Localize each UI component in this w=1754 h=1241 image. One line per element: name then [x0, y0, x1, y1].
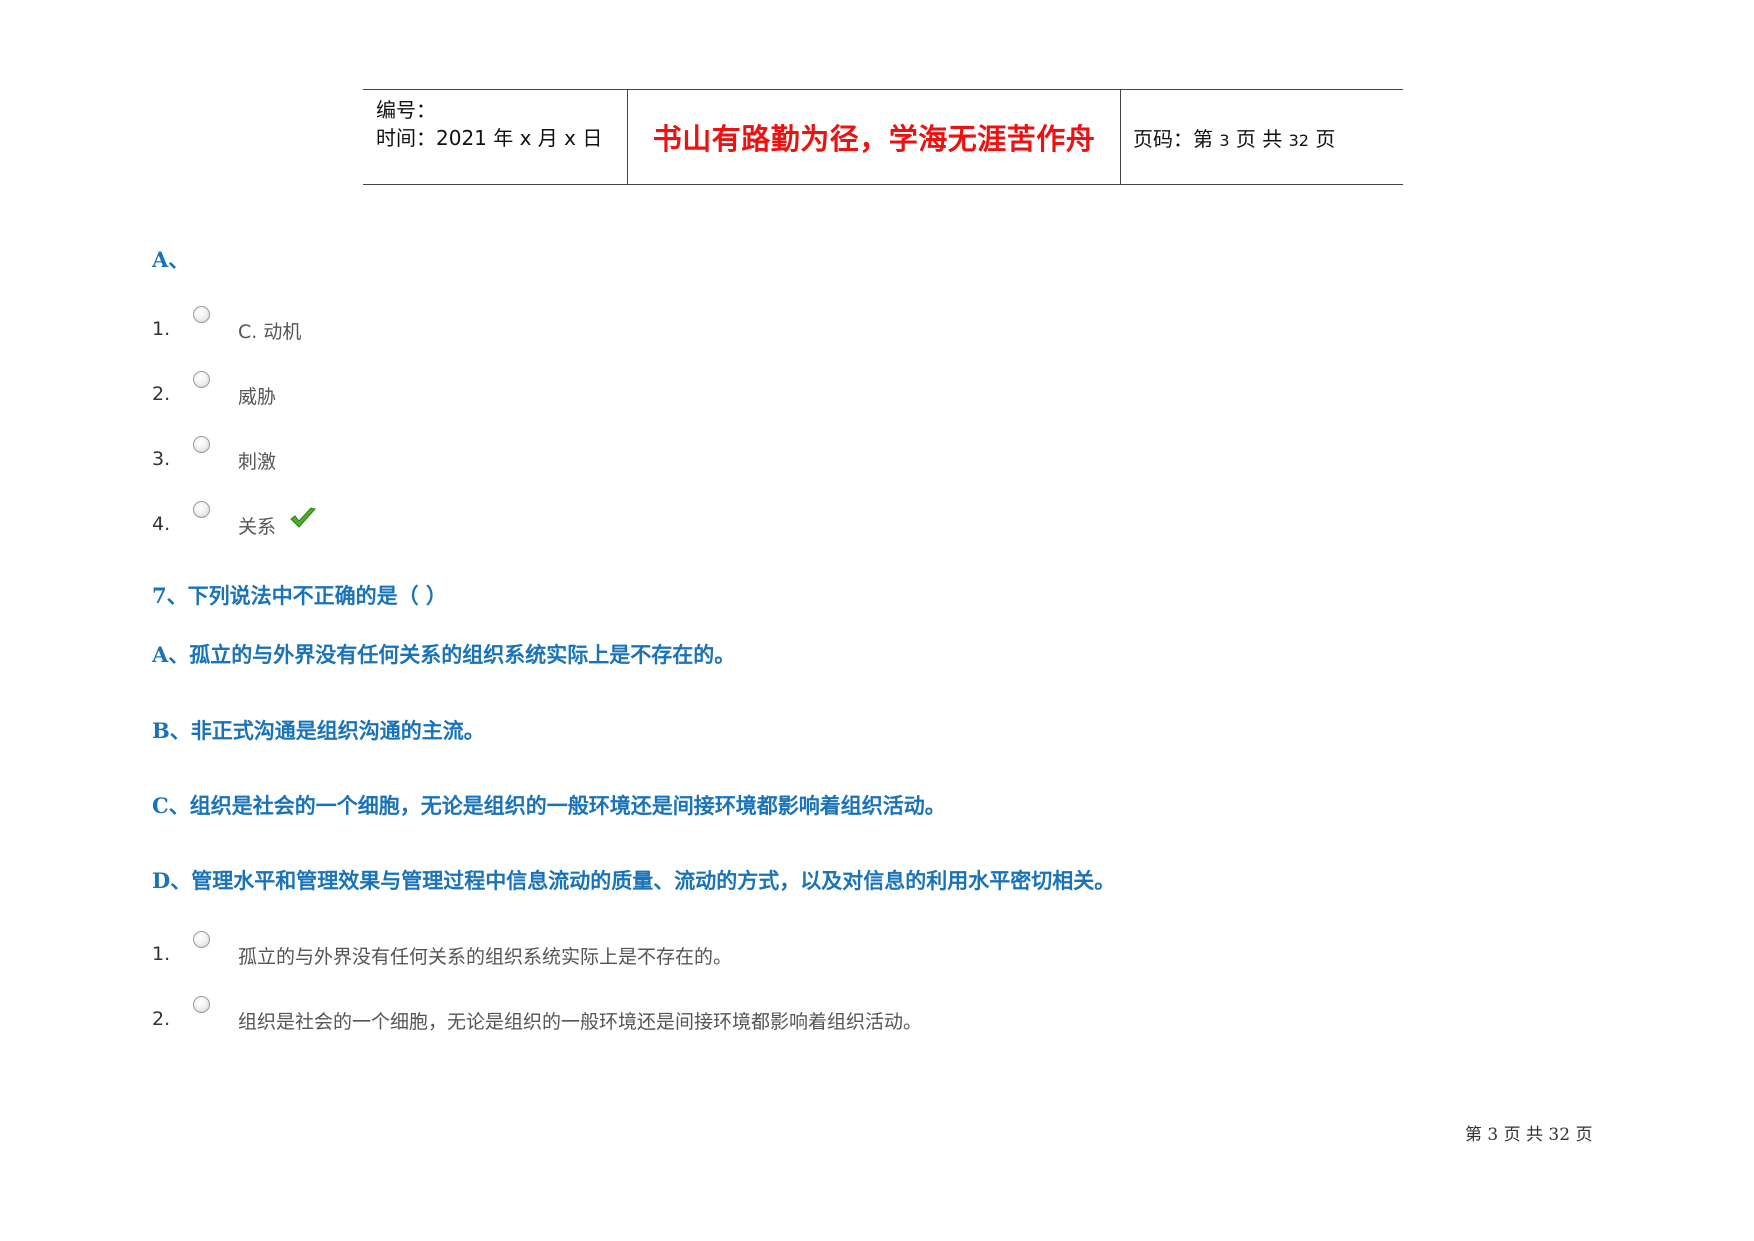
q7-option-number: 2. — [152, 1008, 171, 1030]
page-code-current: 3 — [1219, 130, 1230, 150]
q6-option-number: 1. — [152, 318, 171, 340]
q6-option-text: C. 动机 — [238, 321, 302, 343]
q6-option-text: 关系 — [238, 516, 277, 538]
doc-number-label: 编号： — [376, 98, 436, 122]
header-page-code: 页码：第 3 页 共 32 页 — [1133, 123, 1335, 152]
q6-option-number: 3. — [152, 448, 171, 470]
q6-option-text: 威胁 — [238, 386, 277, 408]
page-header: 编号： 时间：2021 年 x 月 x 日 书山有路勤为径，学海无涯苦作舟 页码… — [363, 89, 1403, 185]
header-meta-cell: 编号： 时间：2021 年 x 月 x 日 — [363, 90, 628, 184]
page-code-total: 32 — [1288, 130, 1309, 150]
q7-choice-b: B、非正式沟通是组织沟通的主流。 — [152, 718, 485, 743]
page-code-prefix: 页码：第 — [1133, 126, 1213, 151]
doc-time-label: 时间：2021 年 x 月 x 日 — [376, 126, 603, 150]
q6-option-text: 刺激 — [238, 451, 277, 473]
page-code-mid: 页 共 — [1235, 126, 1283, 151]
header-page-cell: 页码：第 3 页 共 32 页 — [1121, 90, 1403, 184]
q7-question: 7、下列说法中不正确的是（ ） — [152, 583, 447, 608]
q6-option-radio[interactable] — [193, 371, 210, 388]
q7-choice-c: C、组织是社会的一个细胞，无论是组织的一般环境还是间接环境都影响着组织活动。 — [152, 793, 946, 818]
q6-option-radio[interactable] — [193, 501, 210, 518]
q7-choice-a: A、孤立的与外界没有任何关系的组织系统实际上是不存在的。 — [152, 642, 736, 667]
page-code-suffix: 页 — [1315, 126, 1336, 151]
q6-option-number: 2. — [152, 383, 171, 405]
q7-choice-d: D、管理水平和管理效果与管理过程中信息流动的质量、流动的方式，以及对信息的利用水… — [152, 868, 1116, 893]
header-motto-cell: 书山有路勤为径，学海无涯苦作舟 — [628, 90, 1121, 184]
q6-choice-heading: A、 — [152, 247, 190, 272]
checkmark-icon — [290, 507, 316, 528]
q7-option-number: 1. — [152, 943, 171, 965]
q7-option-radio[interactable] — [193, 931, 210, 948]
q6-option-number: 4. — [152, 513, 171, 535]
footer-page-number: 第 3 页 共 32 页 — [1465, 1125, 1593, 1145]
q7-option-text: 孤立的与外界没有任何关系的组织系统实际上是不存在的。 — [238, 946, 733, 968]
q6-option-radio[interactable] — [193, 306, 210, 323]
q7-option-text: 组织是社会的一个细胞，无论是组织的一般环境还是间接环境都影响着组织活动。 — [238, 1011, 923, 1033]
q6-option-radio[interactable] — [193, 436, 210, 453]
header-motto: 书山有路勤为径，学海无涯苦作舟 — [652, 122, 1096, 156]
q7-option-radio[interactable] — [193, 996, 210, 1013]
